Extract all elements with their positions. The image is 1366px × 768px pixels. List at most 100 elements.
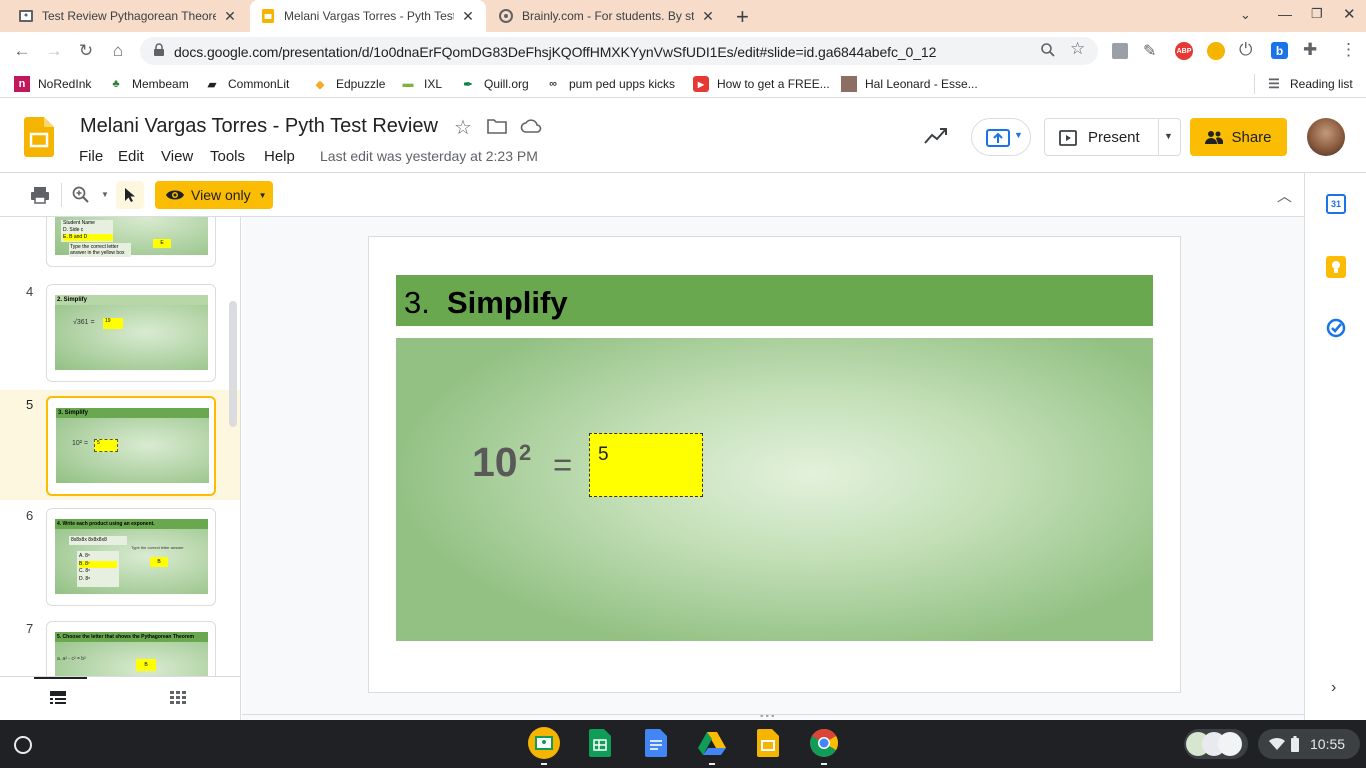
close-icon[interactable]: ✕ [222,8,238,25]
thumbnail-answer: B [136,659,156,671]
tab-classroom[interactable]: Test Review Pythagorean Theore ✕ [8,0,248,32]
bookmark-label: How to get a FREE... [717,77,830,91]
last-edit-status[interactable]: Last edit was yesterday at 2:23 PM [320,148,538,164]
slides-app-icon[interactable] [752,727,784,759]
os-shelf [0,720,1366,768]
bookmark-edpuzzle[interactable]: ◆ Edpuzzle [312,76,386,92]
thumbnail-title: 4. Write each product using an exponent. [55,519,208,529]
answer-box[interactable]: 5 [589,433,703,497]
slide-thumbnail[interactable]: 3. Simplify 10² = 5 [46,396,216,496]
tasks-icon[interactable] [1326,318,1346,338]
minimize-button[interactable]: — [1278,6,1292,22]
menu-tools[interactable]: Tools [210,148,245,165]
bookmark-label: Quill.org [484,77,529,91]
b-extension-icon[interactable]: b [1271,42,1288,59]
thumbnail-text: B. 8⁷ [79,560,117,568]
cloud-status-icon[interactable] [520,118,542,134]
avatar[interactable] [1307,118,1345,156]
select-tool-button[interactable] [116,181,144,209]
expand-chevron-right-icon[interactable]: › [1331,679,1336,697]
slide-thumbnail[interactable]: 2. Simplify √361 = 19 [46,284,216,382]
chevron-down-icon[interactable]: ▼ [1164,131,1173,141]
tab-strip: Test Review Pythagorean Theore ✕ Melani … [0,0,1366,32]
new-tab-button[interactable]: + [736,4,749,30]
sheets-app-icon[interactable] [584,727,616,759]
zoom-icon[interactable] [1040,42,1056,58]
share-button[interactable]: Share [1190,118,1287,156]
slide-thumbnail[interactable]: 5. Choose the letter that shows the Pyth… [46,621,216,676]
toolbar-divider [61,183,62,207]
adblock-icon[interactable]: ABP [1175,42,1193,60]
tab-search-chevron-icon[interactable]: ⌄ [1240,7,1251,23]
bookmark-star-icon[interactable]: ☆ [1070,39,1085,59]
back-button[interactable]: ← [8,37,36,65]
status-tray[interactable]: 10:55 [1258,729,1360,759]
slide-thumbnail[interactable]: 4. Write each product using an exponent.… [46,508,216,606]
slide-body[interactable]: 10 2 = 5 [396,338,1153,641]
zoom-icon[interactable] [72,186,90,204]
forward-button[interactable]: → [40,37,68,65]
slides-logo-icon[interactable] [24,117,54,157]
tab-brainly[interactable]: Brainly.com - For students. By st ✕ [488,0,726,32]
filmstrip-item-4[interactable]: 4 2. Simplify √361 = 19 [0,284,240,396]
extension-on-icon[interactable] [1207,42,1225,60]
calendar-icon[interactable]: 31 [1326,194,1346,214]
menu-view[interactable]: View [161,148,193,165]
grid-view-icon[interactable] [170,691,186,705]
launcher-icon[interactable] [14,736,32,754]
puzzle-icon[interactable]: ✚ [1303,40,1317,60]
tab-slides[interactable]: Melani Vargas Torres - Pyth Test ✕ [250,0,486,32]
power-icon[interactable]: ⏻ [1239,40,1252,60]
close-icon[interactable]: ✕ [700,8,716,25]
meet-present-button[interactable]: ▼ [971,118,1031,156]
reload-button[interactable]: ↻ [72,37,100,65]
lock-icon[interactable] [152,43,166,57]
reading-list-button[interactable]: ☰ Reading list [1266,76,1353,92]
holding-space-tray[interactable] [1184,729,1248,759]
print-icon[interactable] [30,186,50,204]
bookmark-quill[interactable]: ✒ Quill.org [460,76,529,92]
document-title[interactable]: Melani Vargas Torres - Pyth Test Review [80,115,438,138]
bookmark-noredink[interactable]: n NoRedInk [14,76,91,92]
folder-icon[interactable] [487,118,507,134]
slide-title-bar[interactable]: 3. Simplify [396,275,1153,326]
filmstrip-scrollbar[interactable] [229,301,237,427]
menu-file[interactable]: File [79,148,103,165]
filmstrip-item-7[interactable]: 7 5. Choose the letter that shows the Py… [0,621,240,676]
menu-help[interactable]: Help [264,148,295,165]
classroom-app-icon[interactable] [528,727,560,759]
home-button[interactable]: ⌂ [104,37,132,65]
maximize-button[interactable]: ❐ [1311,6,1323,22]
close-icon[interactable]: ✕ [460,8,476,25]
filmstrip-view-icon[interactable] [50,691,66,705]
bookmark-pum-ped-upps[interactable]: ∞ pum ped upps kicks [545,76,675,92]
docs-app-icon[interactable] [640,727,672,759]
keep-icon[interactable] [1326,256,1346,278]
filmstrip-item-5[interactable]: 5 3. Simplify 10² = 5 [0,390,240,500]
menu-edit[interactable]: Edit [118,148,144,165]
close-window-button[interactable]: ✕ [1343,5,1356,23]
extension-icon[interactable] [1112,43,1128,59]
activity-trend-icon[interactable] [924,127,948,145]
chrome-menu-icon[interactable]: ⋮ [1340,40,1357,60]
pen-extension-icon[interactable]: ✎ [1143,41,1156,61]
filmstrip-panel[interactable]: Student Name D. Side c E. B and D Type t… [0,217,241,676]
bookmark-membeam[interactable]: ♣ Membeam [108,76,188,92]
collapse-chevron-up-icon[interactable]: ︿ [1277,185,1292,206]
star-icon[interactable]: ☆ [454,115,472,140]
slide-thumbnail[interactable]: Student Name D. Side c E. B and D Type t… [46,217,216,267]
filmstrip-item-6[interactable]: 6 4. Write each product using an exponen… [0,508,240,620]
chevron-down-icon[interactable]: ▼ [101,190,109,199]
bookmark-youtube[interactable]: ▶ How to get a FREE... [693,76,830,92]
reading-list-icon: ☰ [1268,76,1280,91]
drive-app-icon[interactable] [696,727,728,759]
present-button[interactable]: Present ▼ [1044,118,1181,156]
address-bar[interactable]: docs.google.com/presentation/d/1o0dnaErF… [140,37,1098,65]
bookmark-hal-leonard[interactable]: Hal Leonard - Esse... [841,76,978,92]
chrome-app-icon[interactable] [808,727,840,759]
holding-space-thumbnail [1218,732,1242,756]
bookmark-commonlit[interactable]: ▰ CommonLit [204,76,290,92]
view-only-button[interactable]: View only ▼ [155,181,273,209]
split-divider [1158,119,1159,155]
bookmark-ixl[interactable]: ▬ IXL [400,76,443,92]
